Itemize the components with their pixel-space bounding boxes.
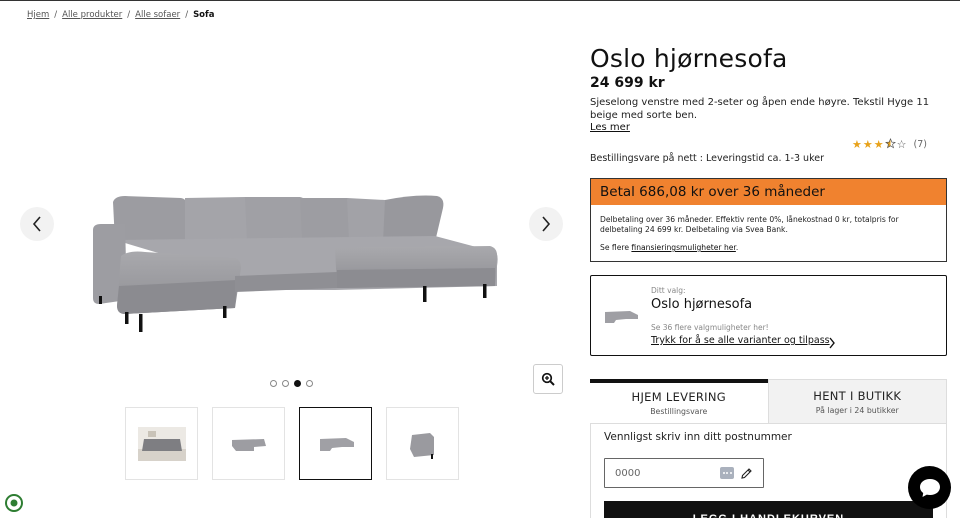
delivery-tabs: HJEM LEVERING Bestillingsvare HENT I BUT…: [590, 379, 947, 423]
breadcrumb-all-products[interactable]: Alle produkter: [62, 10, 122, 20]
financing-box: Betal 686,08 kr over 36 måneder Delbetal…: [590, 178, 947, 262]
star-full-icon: ★: [852, 138, 862, 151]
gallery-dots: [270, 380, 313, 387]
variant-choice-name: Oslo hjørnesofa: [651, 297, 753, 312]
tab-subtitle: Bestillingsvare: [650, 407, 708, 416]
financing-more: Se flere finansieringsmuligheter her.: [600, 243, 937, 253]
thumbnail-angle-active[interactable]: [299, 407, 372, 480]
review-count[interactable]: (7): [914, 139, 927, 150]
chevron-left-icon: [32, 216, 41, 232]
financing-more-prefix: Se flere: [600, 243, 632, 252]
top-border: [0, 0, 960, 1]
financing-link[interactable]: finansieringsmuligheter her: [631, 243, 735, 252]
zoom-button[interactable]: [533, 364, 563, 394]
financing-details: Delbetaling over 36 måneder. Effektiv re…: [600, 215, 899, 234]
pencil-icon[interactable]: [740, 467, 753, 480]
variant-more-options: Se 36 flere valgmuligheter her!: [651, 323, 769, 332]
product-title: Oslo hjørnesofa: [590, 44, 788, 73]
breadcrumb-separator: /: [185, 10, 189, 20]
tab-home-delivery[interactable]: HJEM LEVERING Bestillingsvare: [590, 379, 768, 423]
chat-button[interactable]: [908, 466, 951, 509]
thumbnail-lifestyle[interactable]: [125, 407, 198, 480]
product-main-image: [93, 195, 498, 332]
gallery-dot[interactable]: [282, 380, 289, 387]
postcode-field[interactable]: [604, 458, 764, 488]
breadcrumb-current: Sofa: [193, 10, 215, 20]
product-price: 24 699 kr: [590, 75, 665, 91]
chat-bubble-icon: [919, 478, 940, 497]
thumbnail-image: [319, 437, 354, 451]
variant-customize-link[interactable]: Trykk for å se alle varianter og tilpass: [651, 335, 830, 346]
product-description: Sjeselong venstre med 2-seter og åpen en…: [590, 97, 930, 121]
star-full-icon: ★: [873, 138, 884, 151]
gallery-dot[interactable]: [270, 380, 277, 387]
read-more-link[interactable]: Les mer: [590, 122, 630, 133]
tab-store-pickup[interactable]: HENT I BUTIKK På lager i 24 butikker: [767, 379, 947, 423]
star-empty-icon: ☆: [896, 138, 907, 151]
thumbnail-image: [409, 432, 434, 459]
autofill-icon[interactable]: [720, 467, 734, 479]
breadcrumb-all-sofas[interactable]: Alle sofaer: [135, 10, 180, 20]
thumbnail-side[interactable]: [386, 407, 459, 480]
gallery-prev-button[interactable]: [20, 207, 54, 241]
financing-more-suffix: .: [735, 243, 739, 252]
breadcrumb-separator: /: [127, 10, 131, 20]
postcode-input[interactable]: [605, 459, 715, 487]
variant-thumbnail: [599, 294, 643, 338]
variant-choice-label: Ditt valg:: [651, 286, 686, 295]
add-to-cart-button[interactable]: LEGG I HANDLEKURVEN: [604, 501, 933, 518]
breadcrumb-separator: /: [54, 10, 58, 20]
tab-subtitle: På lager i 24 butikker: [815, 405, 899, 415]
variant-choice-box[interactable]: Ditt valg: Oslo hjørnesofa Se 36 flere v…: [590, 275, 947, 356]
zoom-in-icon: [541, 372, 555, 386]
gallery-next-button[interactable]: [529, 207, 563, 241]
tab-title: HENT I BUTIKK: [813, 388, 902, 403]
star-full-icon: ★: [862, 138, 873, 151]
chevron-right-icon: [829, 337, 835, 349]
financing-headline: Betal 686,08 kr over 36 måneder: [591, 179, 946, 205]
gallery-dot-active[interactable]: [294, 380, 301, 387]
rating-stars[interactable]: ★ ★ ★ ☆ (7): [852, 138, 927, 151]
thumbnail-image: [137, 426, 186, 461]
thumbnail-front[interactable]: [212, 407, 285, 480]
thumbnail-strip: [125, 407, 459, 480]
tab-title: HJEM LEVERING: [631, 390, 726, 404]
brand-logo-icon: [5, 494, 23, 512]
chevron-right-icon: [542, 216, 551, 232]
star-half-icon: [884, 138, 896, 151]
postcode-label: Vennligst skriv inn ditt postnummer: [604, 431, 792, 443]
delivery-info: Bestillingsvare på nett : Leveringstid c…: [590, 153, 824, 164]
breadcrumb-home[interactable]: Hjem: [27, 10, 49, 20]
thumbnail-image: [231, 438, 266, 451]
breadcrumb: Hjem / Alle produkter / Alle sofaer / So…: [27, 10, 214, 20]
gallery-dot[interactable]: [306, 380, 313, 387]
